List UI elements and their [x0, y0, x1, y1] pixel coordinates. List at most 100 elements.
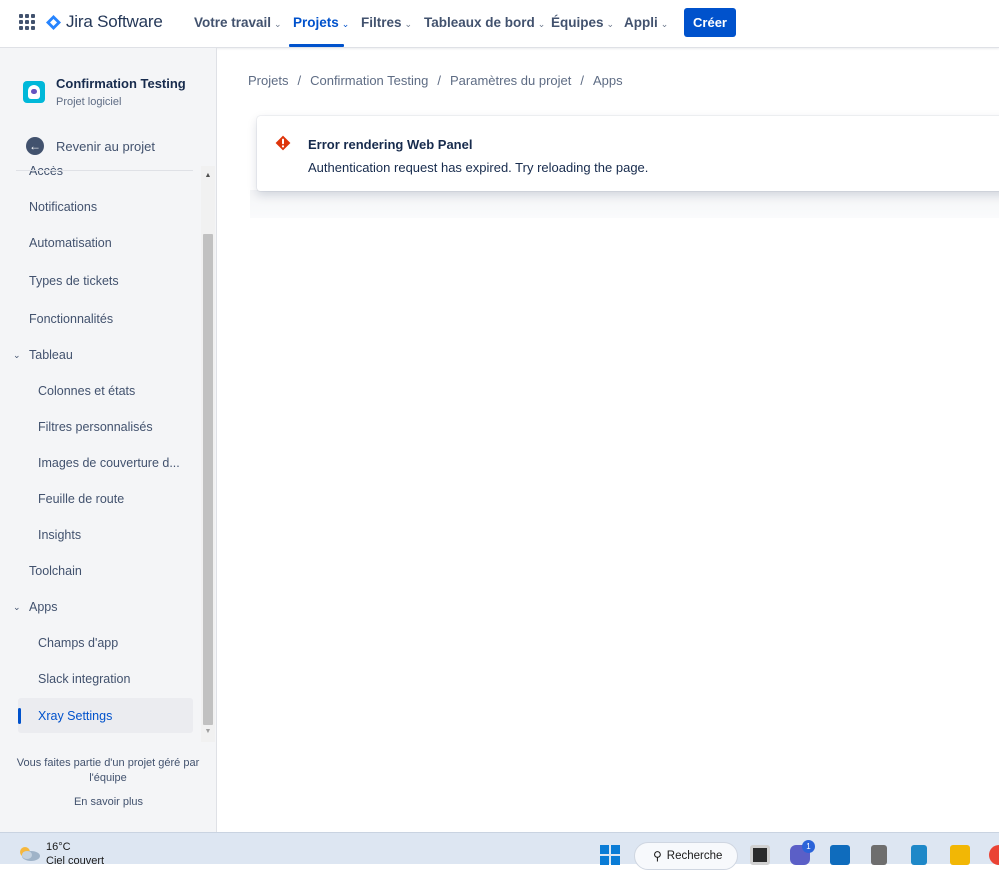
temperature[interactable]: 16°C: [46, 841, 71, 853]
breadcrumb-projets[interactable]: Projets: [248, 73, 288, 88]
create-button[interactable]: Créer: [684, 8, 736, 37]
scrollbar-thumb[interactable]: [203, 234, 213, 725]
calculator-icon[interactable]: [871, 845, 887, 865]
taskbar-search-label: Recherche: [666, 850, 723, 862]
project-avatar[interactable]: [23, 81, 45, 103]
team-managed-note: Vous faites partie d'un projet géré par …: [16, 757, 200, 784]
sidebar-item-insights[interactable]: Insights: [0, 519, 193, 551]
nav-votre-travail[interactable]: Votre travail ⌄: [194, 15, 282, 30]
file-explorer-icon[interactable]: [950, 845, 970, 865]
chevron-down-icon: ⌄: [274, 19, 282, 29]
notepad-icon[interactable]: [911, 845, 927, 865]
sidebar-item-types-de-tickets[interactable]: Types de tickets: [0, 265, 193, 297]
settings-menu: Accès Notifications Automatisation Types…: [0, 166, 200, 742]
back-to-project-label: Revenir au projet: [56, 138, 155, 154]
sidebar-item-champs-dapp[interactable]: Champs d'app: [0, 627, 193, 659]
search-icon: ⚲: [653, 849, 662, 863]
windows-start-icon[interactable]: [600, 845, 620, 865]
project-name[interactable]: Confirmation Testing: [56, 76, 186, 91]
app-switcher-icon[interactable]: [19, 14, 35, 30]
sidebar-item-label: Champs d'app: [38, 636, 119, 650]
sidebar-item-notifications[interactable]: Notifications: [0, 191, 193, 223]
chevron-down-icon: ⌄: [13, 601, 21, 612]
breadcrumb-separator: /: [297, 73, 302, 88]
windows-taskbar: 16°C Ciel couvert ⚲ Recherche 1: [0, 832, 999, 870]
active-nav-indicator: [289, 44, 344, 47]
error-icon: [275, 135, 291, 151]
chevron-down-icon: ⌄: [404, 19, 413, 29]
sidebar-item-apps[interactable]: ⌄ Apps: [0, 591, 193, 623]
error-title: Error rendering Web Panel: [308, 137, 473, 152]
sidebar-item-xray-settings[interactable]: Xray Settings: [18, 698, 193, 733]
nav-tableaux-de-bord[interactable]: Tableaux de bord ⌄: [424, 15, 545, 30]
sidebar-item-automatisation[interactable]: Automatisation: [0, 227, 193, 259]
nav-label: Projets: [293, 15, 339, 30]
project-sidebar: Confirmation Testing Projet logiciel ← R…: [0, 48, 217, 832]
learn-more-link[interactable]: En savoir plus: [0, 796, 217, 808]
project-type: Projet logiciel: [56, 96, 122, 108]
sidebar-item-label: Insights: [38, 528, 82, 542]
sidebar-item-tableau[interactable]: ⌄ Tableau: [0, 339, 193, 371]
nav-label: Votre travail: [194, 15, 272, 30]
sidebar-item-toolchain[interactable]: Toolchain: [0, 555, 193, 587]
jira-logo[interactable]: Jira Software: [46, 12, 163, 32]
arrow-left-icon: ←: [26, 137, 44, 155]
chevron-down-icon: ⌄: [606, 19, 615, 29]
nav-projets[interactable]: Projets ⌄: [293, 15, 349, 30]
sidebar-item-label: Feuille de route: [38, 492, 125, 506]
weather-condition[interactable]: Ciel couvert: [46, 855, 104, 867]
jira-diamond-icon: [46, 14, 61, 30]
sidebar-item-label: Types de tickets: [29, 274, 119, 288]
sidebar-item-label: Xray Settings: [38, 708, 113, 723]
chevron-down-icon: ⌄: [13, 349, 21, 360]
nav-appli[interactable]: Appli ⌄: [624, 15, 668, 30]
sidebar-item-label: Accès: [29, 166, 64, 178]
notification-badge: 1: [802, 840, 815, 853]
task-view-icon[interactable]: [750, 845, 770, 865]
breadcrumb-separator: /: [580, 73, 585, 88]
scroll-down-arrow-icon[interactable]: ▼: [201, 728, 215, 735]
nav-label: Tableaux de bord: [424, 15, 535, 30]
sidebar-item-label: Toolchain: [29, 564, 82, 578]
selected-item-indicator: [18, 708, 21, 724]
scroll-up-arrow-icon[interactable]: ▲: [201, 172, 215, 179]
breadcrumb-project[interactable]: Confirmation Testing: [310, 73, 428, 88]
sidebar-item-colonnes-et-etats[interactable]: Colonnes et états: [0, 375, 193, 407]
chevron-down-icon: ⌄: [341, 19, 350, 29]
breadcrumb-separator: /: [437, 73, 441, 88]
sidebar-item-feuille-de-route[interactable]: Feuille de route: [0, 483, 193, 515]
nav-label: Équipes: [551, 15, 604, 30]
sidebar-item-fonctionnalites[interactable]: Fonctionnalités: [0, 303, 193, 335]
breadcrumb-settings[interactable]: Paramètres du projet: [450, 73, 571, 88]
breadcrumb-apps[interactable]: Apps: [593, 73, 623, 88]
sidebar-item-label: Slack integration: [38, 672, 131, 686]
sidebar-item-label: Tableau: [29, 348, 73, 362]
sidebar-item-label: Notifications: [29, 200, 98, 214]
outlook-icon[interactable]: [830, 845, 850, 865]
chevron-down-icon: ⌄: [537, 19, 546, 29]
sidebar-item-label: Filtres personnalisés: [38, 420, 153, 434]
nav-label: Filtres: [361, 15, 402, 30]
sidebar-item-filtres-personnalises[interactable]: Filtres personnalisés: [0, 411, 193, 443]
panel-backdrop: [250, 190, 999, 218]
sidebar-item-label: Fonctionnalités: [29, 312, 114, 326]
top-navigation: Jira Software Votre travail ⌄ Projets ⌄ Fi…: [0, 0, 999, 48]
nav-equipes[interactable]: Équipes ⌄: [551, 15, 614, 30]
back-to-project-link[interactable]: ← Revenir au projet: [26, 137, 155, 155]
sidebar-item-slack-integration[interactable]: Slack integration: [0, 663, 193, 695]
cloud-weather-icon[interactable]: [16, 844, 42, 862]
chrome-icon[interactable]: [989, 845, 999, 865]
nav-label: Appli: [624, 15, 658, 30]
error-panel: Error rendering Web Panel Authentication…: [257, 116, 999, 191]
sidebar-item-label: Colonnes et états: [38, 384, 136, 398]
sidebar-item-label: Apps: [29, 600, 58, 614]
chevron-down-icon: ⌄: [660, 19, 669, 29]
error-message: Authentication request has expired. Try …: [308, 160, 649, 175]
sidebar-item-label: Automatisation: [29, 236, 112, 250]
product-name: Jira Software: [66, 12, 163, 31]
sidebar-item-images-de-couverture[interactable]: Images de couverture d...: [0, 447, 193, 479]
sidebar-divider: [16, 170, 193, 171]
nav-filtres[interactable]: Filtres ⌄: [361, 15, 412, 30]
breadcrumb: Projets / Confirmation Testing / Paramèt…: [248, 73, 623, 88]
taskbar-search[interactable]: ⚲ Recherche: [634, 842, 738, 870]
